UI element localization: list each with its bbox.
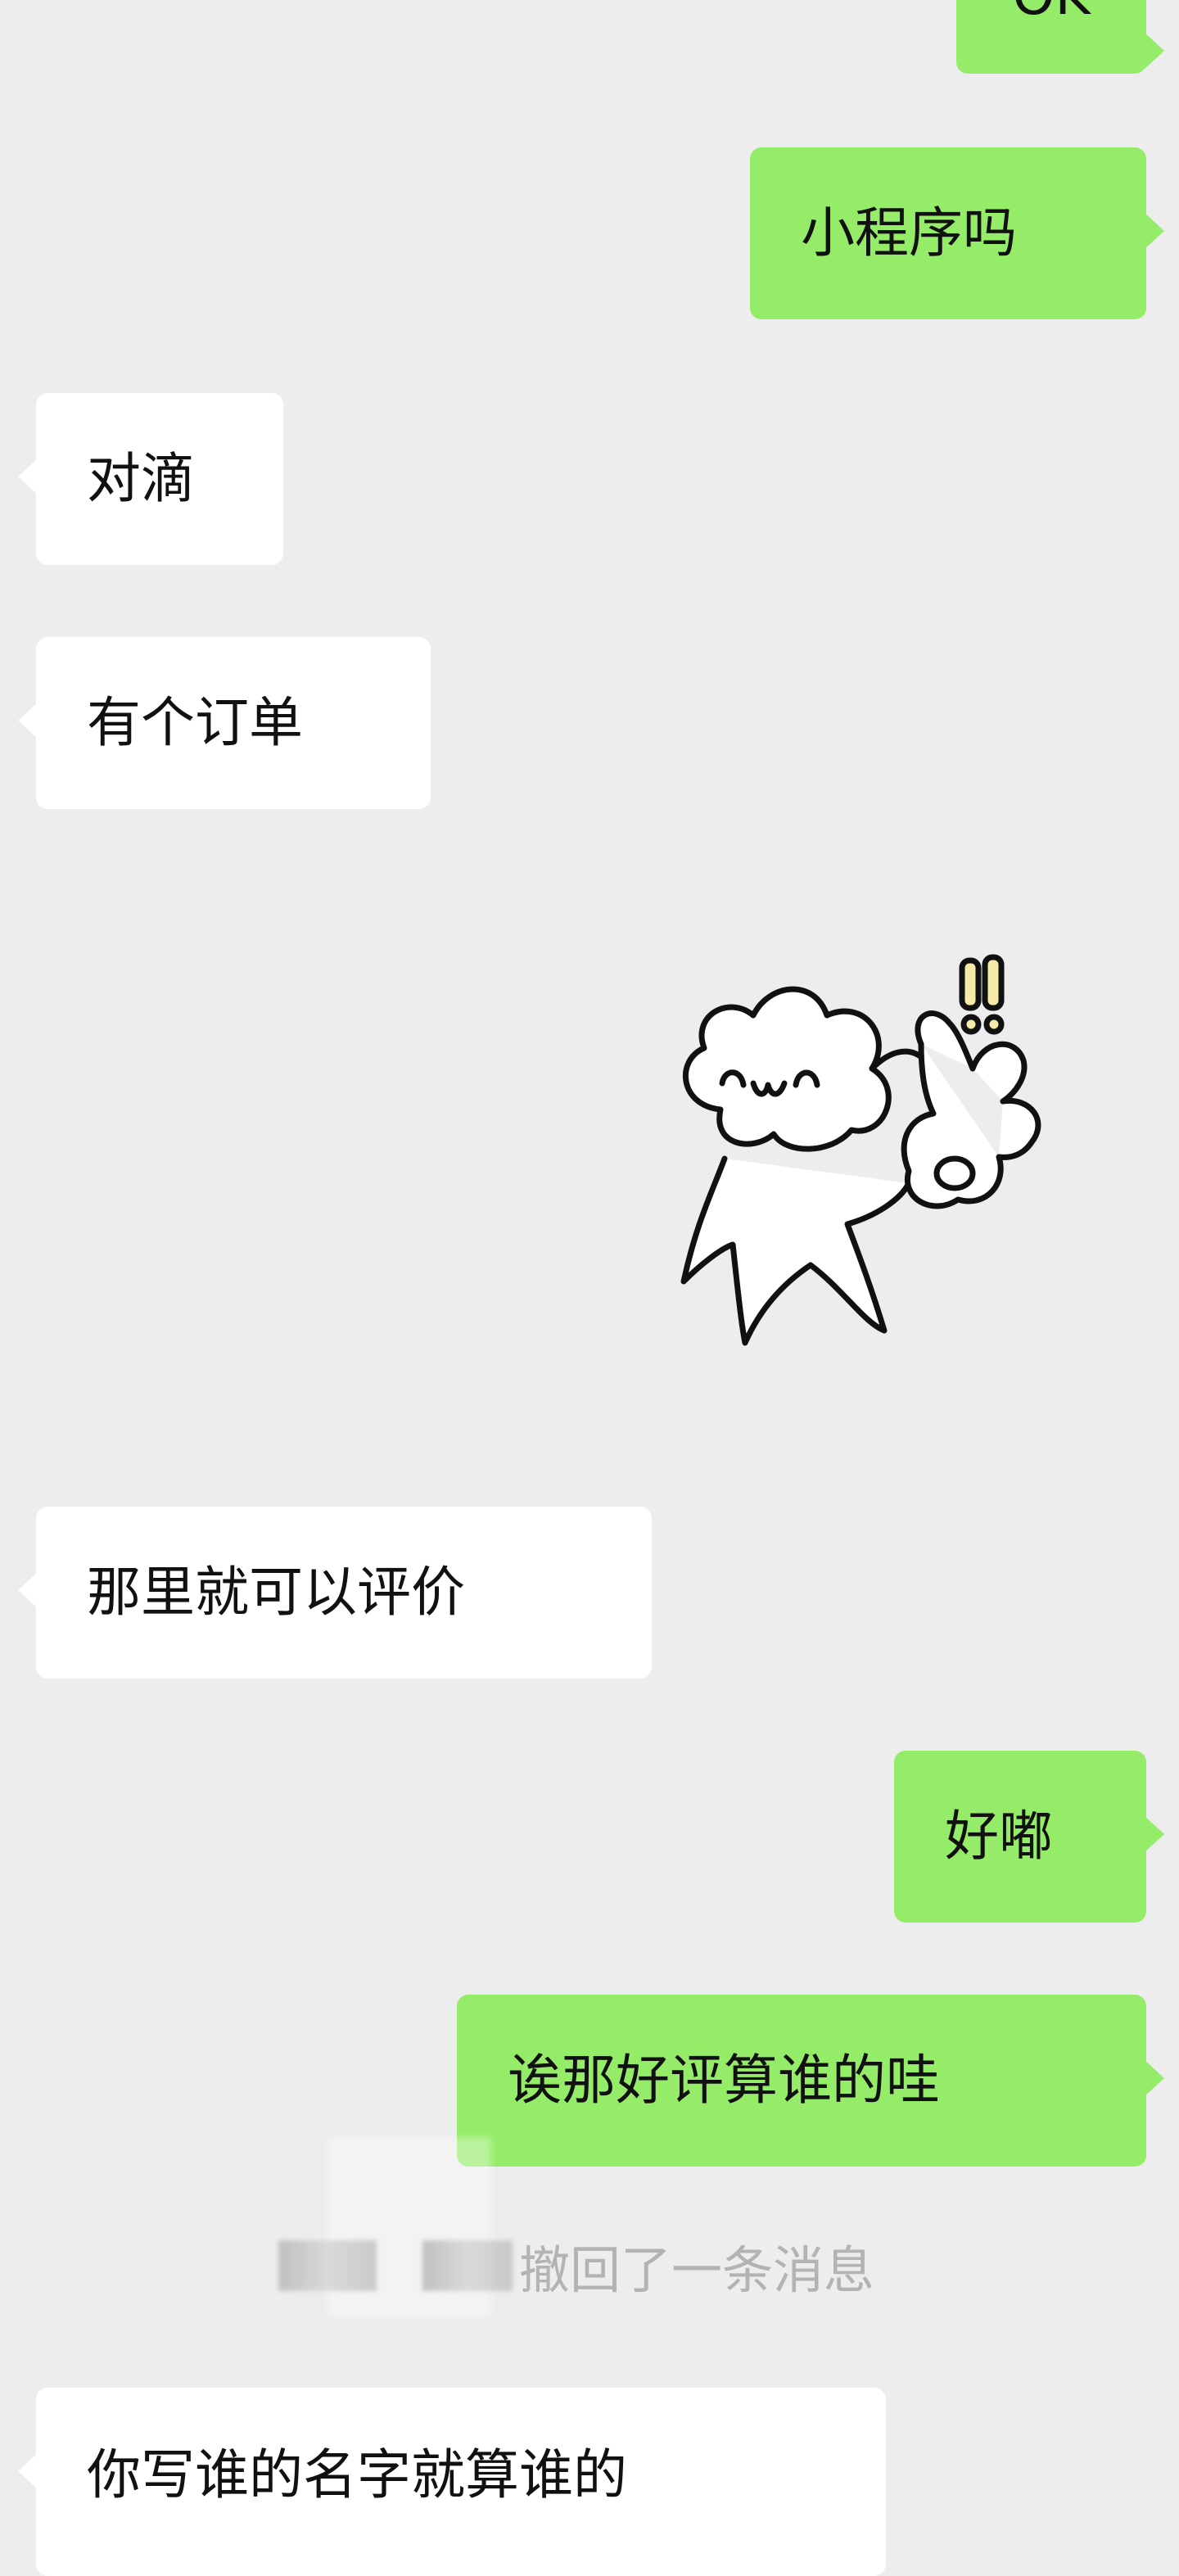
message-bubble-ok[interactable]: OK: [956, 0, 1164, 74]
message-bubble-duidi[interactable]: 对滴: [18, 393, 283, 565]
message-text: 那里就可以评价: [87, 1561, 465, 1624]
message-text: 诶那好评算谁的哇: [508, 2049, 940, 2112]
message-text: 有个订单: [87, 691, 303, 754]
message-bubble-haodu[interactable]: 好嘟: [894, 1751, 1164, 1923]
message-bubble-mini-program[interactable]: 小程序吗: [750, 147, 1164, 319]
redacted-name: [422, 2240, 513, 2291]
message-text: 好嘟: [945, 1805, 1053, 1868]
message-bubble-whose-name[interactable]: 你写谁的名字就算谁的: [18, 2388, 886, 2576]
message-text: 你写谁的名字就算谁的: [87, 2443, 627, 2506]
message-bubble-order[interactable]: 有个订单: [18, 637, 431, 809]
message-bubble-whose-review[interactable]: 诶那好评算谁的哇: [457, 1995, 1164, 2167]
redacted-name: [278, 2240, 377, 2291]
message-bubble-review-there[interactable]: 那里就可以评价: [18, 1507, 652, 1679]
message-text: 小程序吗: [801, 201, 1017, 264]
cartoon-peace-sign-icon[interactable]: [663, 938, 1064, 1363]
recall-text: 撤回了一条消息: [519, 2240, 875, 2300]
recall-notice: 撤回了一条消息: [278, 2229, 901, 2303]
chat-area[interactable]: OK 小程序吗 对滴 有个订单 那里就可以评价: [0, 0, 1179, 2576]
message-text: OK: [1012, 0, 1090, 23]
message-text: 对滴: [87, 447, 195, 510]
